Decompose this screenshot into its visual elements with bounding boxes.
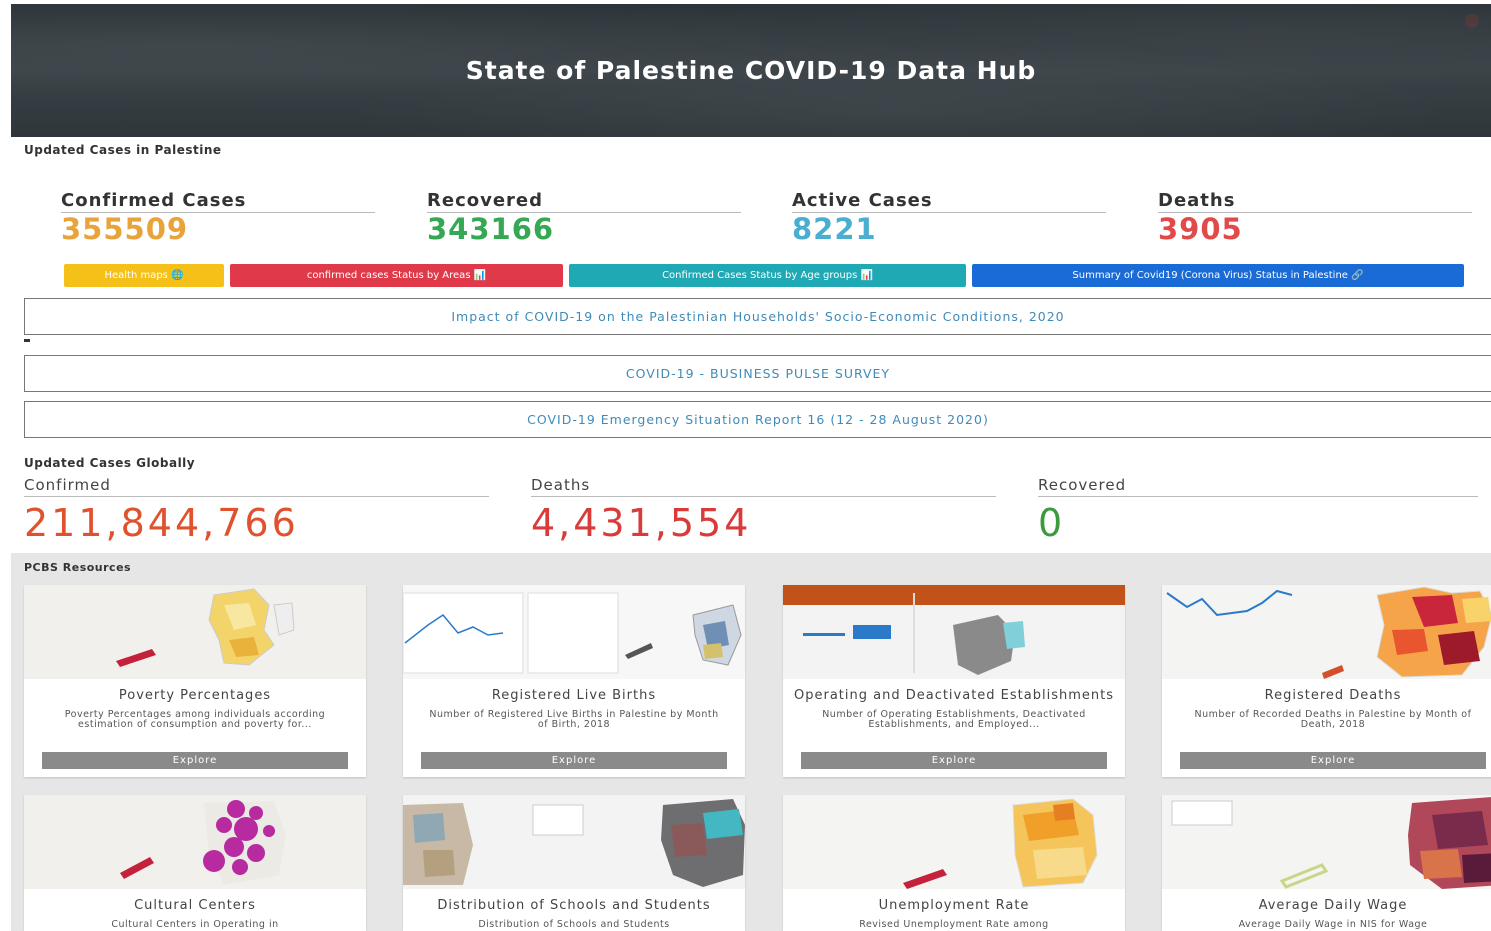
- global-recovered: Recovered 0: [1038, 476, 1478, 545]
- map-thumbnail: [1162, 795, 1491, 889]
- card-description: Poverty Percentages among individuals ac…: [64, 709, 326, 730]
- stat-recovered: Recovered 343166: [427, 190, 741, 245]
- card-description: Number of Registered Live Births in Pale…: [429, 709, 719, 730]
- global-deaths: Deaths 4,431,554: [531, 476, 996, 545]
- stat-label: Confirmed Cases: [61, 190, 375, 213]
- confirmed-by-area-button[interactable]: confirmed cases Status by Areas 📊: [230, 264, 563, 287]
- map-thumbnail: [403, 795, 745, 889]
- resource-card-establishments[interactable]: Operating and Deactivated Establishments…: [783, 585, 1125, 777]
- resource-card-live-births[interactable]: Registered Live Births Number of Registe…: [403, 585, 745, 777]
- link-business-pulse-survey[interactable]: COVID-19 - BUSINESS PULSE SURVEY: [24, 355, 1491, 392]
- stat-label: Recovered: [427, 190, 741, 213]
- global-stat-label: Deaths: [531, 476, 996, 497]
- page-title: State of Palestine COVID-19 Data Hub: [465, 56, 1037, 85]
- palestine-section-label: Updated Cases in Palestine: [24, 143, 222, 157]
- map-thumbnail: [24, 795, 366, 889]
- card-title: Operating and Deactivated Establishments: [794, 688, 1114, 703]
- global-stat-value: 4,431,554: [531, 501, 752, 545]
- covid-summary-button[interactable]: Summary of Covid19 (Corona Virus) Status…: [972, 264, 1464, 287]
- global-section-label: Updated Cases Globally: [24, 456, 196, 470]
- chart-thumbnail: [403, 585, 745, 679]
- resource-card-schools[interactable]: Distribution of Schools and Students Dis…: [403, 795, 745, 931]
- stat-label: Active Cases: [792, 190, 1106, 213]
- explore-button[interactable]: Explore: [42, 752, 348, 769]
- stat-active: Active Cases 8221: [792, 190, 1106, 245]
- card-title: Registered Deaths: [1264, 688, 1402, 703]
- card-title: Registered Live Births: [491, 688, 657, 703]
- card-title: Average Daily Wage: [1258, 898, 1408, 913]
- global-stat-label: Confirmed: [24, 476, 489, 497]
- link-socio-economic-report[interactable]: Impact of COVID-19 on the Palestinian Ho…: [24, 298, 1491, 335]
- stat-deaths: Deaths 3905: [1158, 190, 1472, 245]
- stat-label: Deaths: [1158, 190, 1472, 213]
- resource-card-deaths[interactable]: Registered Deaths Number of Recorded Dea…: [1162, 585, 1491, 777]
- stat-value: 8221: [792, 212, 877, 246]
- divider-mark: [24, 339, 30, 342]
- global-stat-value: 211,844,766: [24, 501, 299, 545]
- global-confirmed: Confirmed 211,844,766: [24, 476, 489, 545]
- stat-confirmed: Confirmed Cases 355509: [61, 190, 375, 245]
- stat-value: 343166: [427, 212, 555, 246]
- card-description: Average Daily Wage in NIS for Wage: [1238, 919, 1428, 930]
- header-indicator: [1465, 14, 1479, 28]
- explore-button[interactable]: Explore: [801, 752, 1107, 769]
- resources-title: PCBS Resources: [24, 561, 132, 574]
- resource-card-poverty[interactable]: Poverty Percentages Poverty Percentages …: [24, 585, 366, 777]
- global-stat-label: Recovered: [1038, 476, 1478, 497]
- pcbs-resources-section: PCBS Resources Poverty Percentages Pover…: [11, 553, 1491, 931]
- chart-map-thumbnail: [1162, 585, 1491, 679]
- resource-card-daily-wage[interactable]: Average Daily Wage Average Daily Wage in…: [1162, 795, 1491, 931]
- card-description: Revised Unemployment Rate among: [859, 919, 1049, 930]
- health-maps-button[interactable]: Health maps 🌐: [64, 264, 224, 287]
- card-description: Number of Recorded Deaths in Palestine b…: [1194, 709, 1472, 730]
- explore-button[interactable]: Explore: [421, 752, 727, 769]
- link-situation-report[interactable]: COVID-19 Emergency Situation Report 16 (…: [24, 401, 1491, 438]
- map-thumbnail: [783, 795, 1125, 889]
- explore-button[interactable]: Explore: [1180, 752, 1486, 769]
- card-title: Unemployment Rate: [878, 898, 1030, 913]
- card-description: Distribution of Schools and Students: [478, 919, 670, 930]
- card-title: Poverty Percentages: [118, 688, 272, 703]
- confirmed-by-age-button[interactable]: Confirmed Cases Status by Age groups 📊: [569, 264, 966, 287]
- card-title: Distribution of Schools and Students: [437, 898, 711, 913]
- dashboard-thumbnail: [783, 585, 1125, 679]
- global-stat-value: 0: [1038, 501, 1066, 545]
- card-description: Cultural Centers in Operating in: [111, 919, 279, 930]
- map-thumbnail: [24, 585, 366, 679]
- card-title: Cultural Centers: [134, 898, 256, 913]
- resource-card-unemployment[interactable]: Unemployment Rate Revised Unemployment R…: [783, 795, 1125, 931]
- stat-value: 3905: [1158, 212, 1243, 246]
- card-description: Number of Operating Establishments, Deac…: [822, 709, 1086, 730]
- header-banner: State of Palestine COVID-19 Data Hub: [11, 4, 1491, 137]
- resource-card-cultural-centers[interactable]: Cultural Centers Cultural Centers in Ope…: [24, 795, 366, 931]
- stat-value: 355509: [61, 212, 189, 246]
